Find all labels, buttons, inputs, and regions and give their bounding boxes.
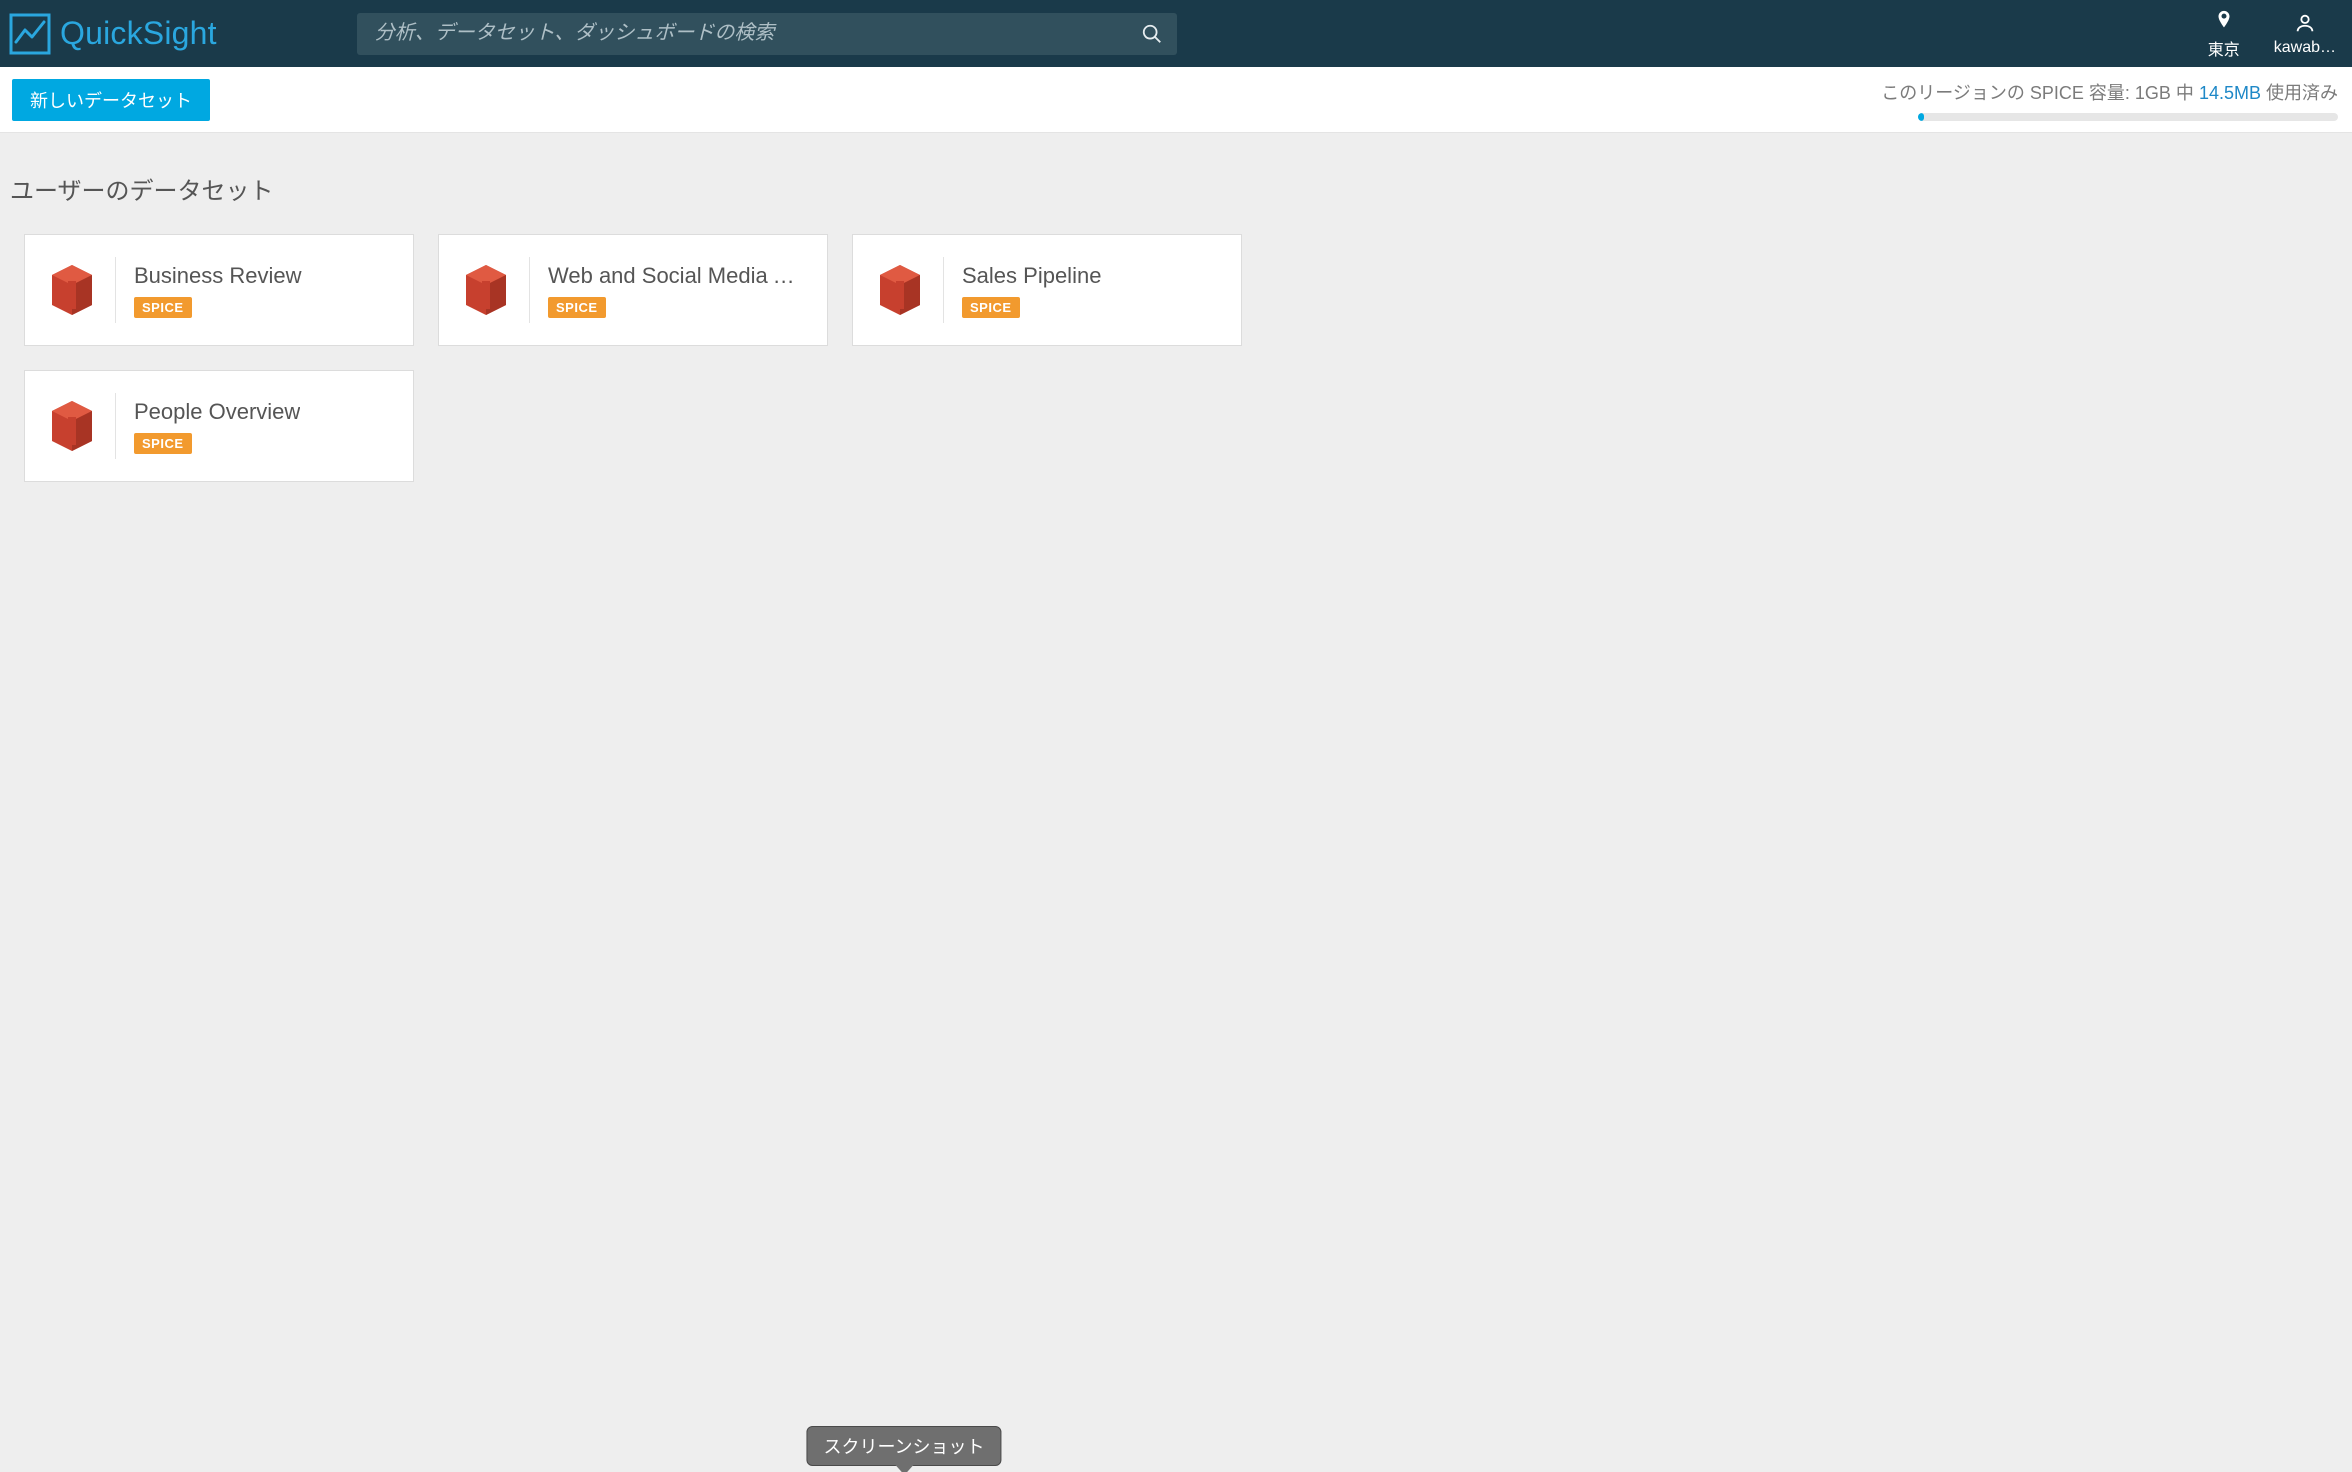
header-right: 東京 kawab… xyxy=(2196,8,2340,60)
user-label: kawab… xyxy=(2274,39,2336,57)
spice-capacity-text: このリージョンの SPICE 容量: 1GB 中 14.5MB 使用済み xyxy=(1881,79,2338,105)
dataset-icon xyxy=(457,263,515,317)
user-menu[interactable]: kawab… xyxy=(2274,11,2336,57)
dataset-grid: Business Review SPICE Web and Social xyxy=(10,234,2342,482)
dataset-icon xyxy=(43,263,101,317)
dataset-title: People Overview xyxy=(134,399,300,425)
card-divider xyxy=(943,257,944,323)
spice-progress-fill xyxy=(1918,113,1924,121)
dataset-icon xyxy=(871,263,929,317)
spice-badge: SPICE xyxy=(548,297,606,318)
section-title: ユーザーのデータセット xyxy=(10,171,2342,206)
spice-badge: SPICE xyxy=(134,433,192,454)
dataset-card[interactable]: Business Review SPICE xyxy=(24,234,414,346)
screenshot-tooltip: スクリーンショット xyxy=(806,1426,1001,1466)
spice-prefix: このリージョンの SPICE 容量: xyxy=(1881,83,2135,103)
user-icon xyxy=(2294,11,2316,35)
card-divider xyxy=(115,393,116,459)
search-input[interactable] xyxy=(375,22,1141,45)
spice-capacity: このリージョンの SPICE 容量: 1GB 中 14.5MB 使用済み xyxy=(1918,79,2338,121)
region-label: 東京 xyxy=(2208,36,2240,60)
top-header: QuickSight 東京 xyxy=(0,0,2352,67)
logo[interactable]: QuickSight xyxy=(8,12,217,56)
main-content: ユーザーのデータセット Business Review SPICE xyxy=(0,133,2352,502)
spice-suffix: 使用済み xyxy=(2261,83,2338,103)
dataset-title: Web and Social Media A… xyxy=(548,263,798,289)
product-name: QuickSight xyxy=(60,15,217,52)
dataset-card[interactable]: Web and Social Media A… SPICE xyxy=(438,234,828,346)
dataset-title: Business Review xyxy=(134,263,302,289)
card-divider xyxy=(115,257,116,323)
search-box[interactable] xyxy=(357,13,1177,55)
sub-header: 新しいデータセット このリージョンの SPICE 容量: 1GB 中 14.5M… xyxy=(0,67,2352,133)
dataset-card[interactable]: Sales Pipeline SPICE xyxy=(852,234,1242,346)
spice-badge: SPICE xyxy=(962,297,1020,318)
card-divider xyxy=(529,257,530,323)
spice-used: 14.5MB xyxy=(2199,83,2261,103)
dataset-title: Sales Pipeline xyxy=(962,263,1101,289)
spice-badge: SPICE xyxy=(134,297,192,318)
spice-middle: 中 xyxy=(2171,83,2199,103)
screenshot-tooltip-label: スクリーンショット xyxy=(823,1437,984,1457)
spice-progress-bar xyxy=(1918,113,2338,121)
dataset-card[interactable]: People Overview SPICE xyxy=(24,370,414,482)
region-selector[interactable]: 東京 xyxy=(2196,8,2252,60)
search-icon[interactable] xyxy=(1141,23,1163,45)
spice-total: 1GB xyxy=(2135,83,2171,103)
dataset-icon xyxy=(43,399,101,453)
location-pin-icon xyxy=(2213,8,2235,32)
quicksight-logo-icon xyxy=(8,12,52,56)
new-dataset-button[interactable]: 新しいデータセット xyxy=(12,79,210,121)
